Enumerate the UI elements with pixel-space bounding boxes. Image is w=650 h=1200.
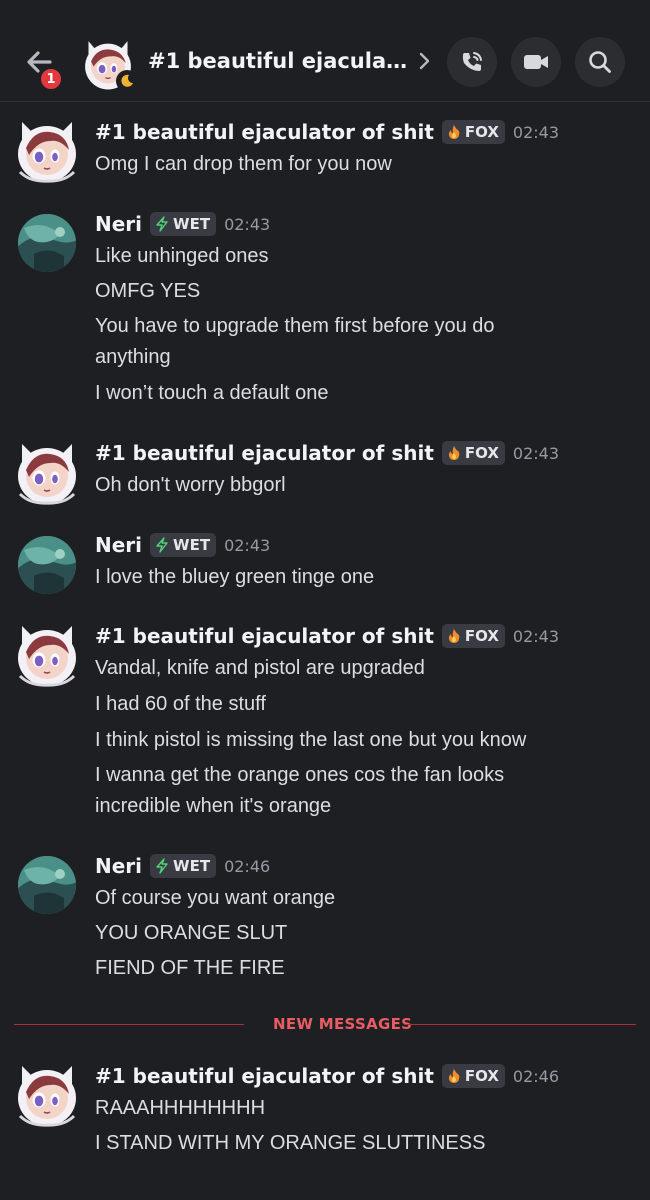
user-tag: FOX	[441, 624, 505, 648]
search-icon	[589, 51, 611, 73]
message-text[interactable]: Omg I can drop them for you now	[95, 149, 615, 180]
divider-line	[404, 1024, 636, 1025]
user-avatar[interactable]	[14, 1062, 80, 1128]
new-messages-label: NEW MESSAGES	[273, 1015, 413, 1033]
user-tag: WET	[150, 212, 217, 236]
user-tag: FOX	[441, 120, 505, 144]
timestamp: 02:46	[224, 856, 271, 876]
fire-icon	[446, 628, 462, 644]
user-avatar[interactable]	[14, 440, 80, 506]
channel-title[interactable]: #1 beautiful ejaculator of shit	[148, 46, 408, 76]
username[interactable]: Neri	[95, 533, 142, 557]
message-text[interactable]: You have to upgrade them first before yo…	[95, 311, 615, 342]
user-avatar[interactable]	[14, 532, 80, 598]
message-text[interactable]: Like unhinged ones	[95, 241, 615, 272]
message-header: Neri WET 02:43	[95, 531, 270, 559]
message-text[interactable]: incredible when it's orange	[95, 791, 615, 822]
call-button[interactable]	[447, 37, 497, 87]
timestamp: 02:43	[512, 443, 560, 463]
username[interactable]: Neri	[95, 854, 142, 878]
search-button[interactable]	[575, 37, 625, 87]
message-text[interactable]: I think pistol is missing the last one b…	[95, 725, 615, 756]
user-tag: WET	[150, 533, 217, 557]
chat-header: 1 #1 beautiful ejaculator of shit	[0, 0, 650, 102]
message-text[interactable]: I won’t touch a default one	[95, 378, 615, 409]
user-avatar[interactable]	[14, 210, 80, 276]
message-header: #1 beautiful ejaculator of shit FOX 02:4…	[95, 118, 559, 146]
lightning-icon	[154, 216, 170, 232]
timestamp: 02:46	[512, 1066, 560, 1086]
user-avatar[interactable]	[14, 852, 80, 918]
message-text[interactable]: I had 60 of the stuff	[95, 689, 615, 720]
message-text[interactable]: YOU ORANGE SLUT	[95, 918, 615, 949]
video-camera-icon	[524, 55, 548, 69]
idle-moon-icon	[116, 70, 138, 92]
message-text[interactable]: I wanna get the orange ones cos the fan …	[95, 760, 615, 791]
message-text[interactable]: I love the bluey green tinge one	[95, 562, 615, 593]
user-avatar[interactable]	[14, 118, 80, 184]
message-header: #1 beautiful ejaculator of shit FOX 02:4…	[95, 622, 559, 650]
unread-badge: 1	[38, 66, 64, 92]
message-text[interactable]: RAAAHHHHHHHH	[95, 1093, 615, 1124]
lightning-icon	[154, 537, 170, 553]
fire-icon	[446, 124, 462, 140]
message-text[interactable]: OMFG YES	[95, 276, 615, 307]
username[interactable]: #1 beautiful ejaculator of shit	[95, 441, 434, 465]
message-text[interactable]: FIEND OF THE FIRE	[95, 953, 615, 984]
timestamp: 02:43	[512, 626, 560, 646]
timestamp: 02:43	[224, 535, 271, 555]
user-tag: FOX	[441, 1064, 505, 1088]
video-call-button[interactable]	[511, 37, 561, 87]
fire-icon	[446, 1068, 462, 1084]
chevron-right-icon[interactable]	[412, 48, 436, 74]
new-messages-divider: NEW MESSAGES	[14, 1015, 636, 1035]
message-text[interactable]: Vandal, knife and pistol are upgraded	[95, 653, 615, 684]
user-avatar[interactable]	[14, 622, 80, 688]
message-text[interactable]: Of course you want orange	[95, 883, 615, 914]
username[interactable]: #1 beautiful ejaculator of shit	[95, 624, 434, 648]
divider-line	[14, 1024, 244, 1025]
phone-call-icon	[462, 52, 482, 71]
message-header: Neri WET 02:43	[95, 210, 270, 238]
username[interactable]: #1 beautiful ejaculator of shit	[95, 1064, 434, 1088]
message-text[interactable]: I STAND WITH MY ORANGE SLUTTINESS	[95, 1128, 615, 1159]
message-text[interactable]: anything	[95, 342, 615, 373]
username[interactable]: Neri	[95, 212, 142, 236]
user-tag: FOX	[441, 441, 505, 465]
lightning-icon	[154, 858, 170, 874]
timestamp: 02:43	[224, 214, 271, 234]
message-header: #1 beautiful ejaculator of shit FOX 02:4…	[95, 439, 559, 467]
fire-icon	[446, 445, 462, 461]
user-tag: WET	[150, 854, 217, 878]
message-header: Neri WET 02:46	[95, 852, 270, 880]
message-text[interactable]: Oh don't worry bbgorl	[95, 470, 615, 501]
username[interactable]: #1 beautiful ejaculator of shit	[95, 120, 434, 144]
message-header: #1 beautiful ejaculator of shit FOX 02:4…	[95, 1062, 559, 1090]
timestamp: 02:43	[512, 122, 560, 142]
